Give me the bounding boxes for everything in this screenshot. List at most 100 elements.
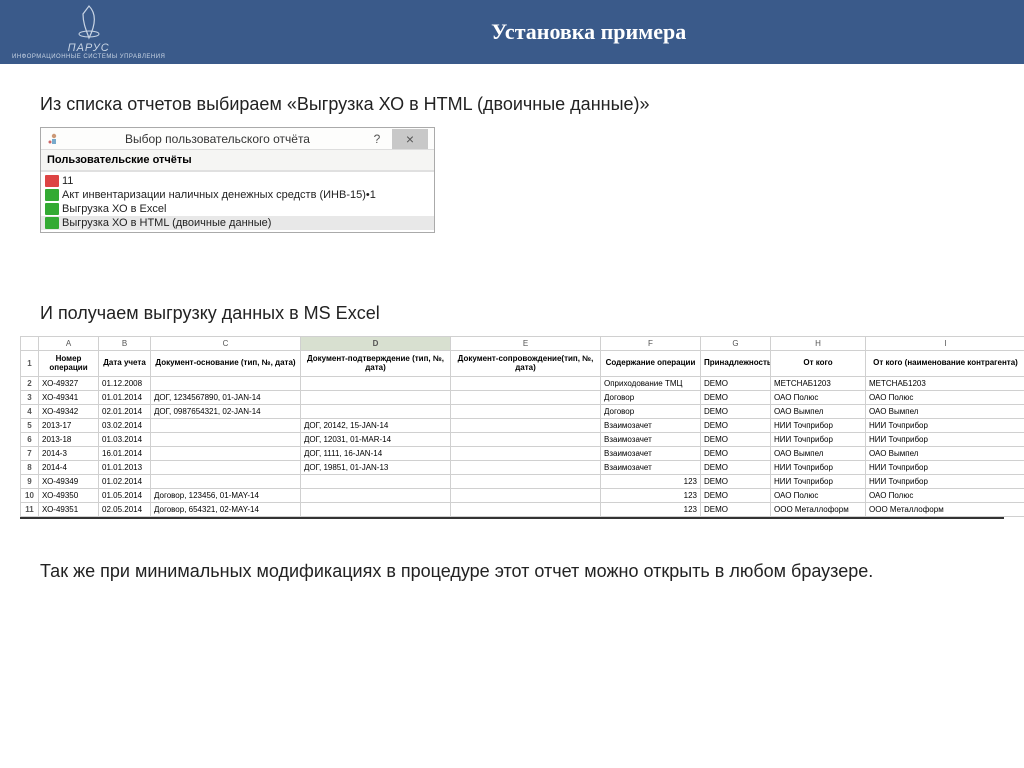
excel-cell[interactable]: ДОГ, 19851, 01-JAN-13 <box>301 461 451 475</box>
excel-col-a[interactable]: A <box>39 337 99 351</box>
excel-cell[interactable]: DEMO <box>701 503 771 517</box>
excel-cell[interactable]: DEMO <box>701 405 771 419</box>
excel-header-cell[interactable]: Дата учета <box>99 351 151 377</box>
excel-cell[interactable] <box>301 377 451 391</box>
excel-cell[interactable]: 16.01.2014 <box>99 447 151 461</box>
excel-cell[interactable]: ХО-49350 <box>39 489 99 503</box>
excel-cell[interactable]: НИИ Точприбор <box>771 461 866 475</box>
excel-header-cell[interactable]: Документ-сопровождение(тип, №, дата) <box>451 351 601 377</box>
excel-col-c[interactable]: C <box>151 337 301 351</box>
excel-cell[interactable] <box>301 503 451 517</box>
excel-col-d[interactable]: D <box>301 337 451 351</box>
excel-cell[interactable] <box>451 489 601 503</box>
excel-cell[interactable]: 02.05.2014 <box>99 503 151 517</box>
report-item[interactable]: Акт инвентаризации наличных денежных сре… <box>41 188 434 202</box>
excel-header-cell[interactable]: Документ-подтверждение (тип, №, дата) <box>301 351 451 377</box>
excel-row-num[interactable]: 2 <box>21 377 39 391</box>
excel-cell[interactable] <box>301 405 451 419</box>
excel-cell[interactable]: НИИ Точприбор <box>866 475 1024 489</box>
excel-header-cell[interactable]: Содержание операции <box>601 351 701 377</box>
excel-cell[interactable] <box>451 475 601 489</box>
report-item[interactable]: 11 <box>41 174 434 188</box>
excel-cell[interactable]: Взаимозачет <box>601 447 701 461</box>
excel-cell[interactable]: 03.02.2014 <box>99 419 151 433</box>
excel-cell[interactable]: ОАО Полюс <box>771 391 866 405</box>
excel-cell[interactable]: DEMO <box>701 447 771 461</box>
excel-cell[interactable] <box>301 391 451 405</box>
dialog-help-button[interactable]: ? <box>366 132 388 146</box>
excel-row-num[interactable]: 7 <box>21 447 39 461</box>
excel-cell[interactable]: 01.01.2013 <box>99 461 151 475</box>
excel-cell[interactable]: 01.12.2008 <box>99 377 151 391</box>
excel-cell[interactable]: 2013-17 <box>39 419 99 433</box>
excel-cell[interactable]: Договор <box>601 391 701 405</box>
excel-cell[interactable]: ОАО Вымпел <box>771 447 866 461</box>
excel-cell[interactable]: 01.05.2014 <box>99 489 151 503</box>
excel-cell[interactable] <box>451 447 601 461</box>
excel-cell[interactable]: 01.03.2014 <box>99 433 151 447</box>
excel-cell[interactable]: 2014-3 <box>39 447 99 461</box>
excel-cell[interactable] <box>451 391 601 405</box>
excel-cell[interactable]: ОАО Полюс <box>866 391 1024 405</box>
excel-cell[interactable]: НИИ Точприбор <box>866 461 1024 475</box>
excel-cell[interactable] <box>301 475 451 489</box>
report-item-selected[interactable]: Выгрузка ХО в HTML (двоичные данные) <box>41 216 434 230</box>
excel-cell[interactable]: Оприходование ТМЦ <box>601 377 701 391</box>
excel-cell[interactable]: НИИ Точприбор <box>866 433 1024 447</box>
excel-cell[interactable]: Договор, 123456, 01-MAY-14 <box>151 489 301 503</box>
excel-row-num[interactable]: 1 <box>21 351 39 377</box>
excel-cell[interactable] <box>451 503 601 517</box>
excel-cell[interactable]: ДОГ, 20142, 15-JAN-14 <box>301 419 451 433</box>
excel-cell[interactable]: ООО Металлоформ <box>771 503 866 517</box>
excel-cell[interactable] <box>151 461 301 475</box>
excel-row-num[interactable]: 11 <box>21 503 39 517</box>
excel-row-num[interactable]: 6 <box>21 433 39 447</box>
excel-cell[interactable] <box>151 377 301 391</box>
excel-row-num[interactable]: 3 <box>21 391 39 405</box>
excel-cell[interactable]: ХО-49327 <box>39 377 99 391</box>
excel-cell[interactable]: Взаимозачет <box>601 461 701 475</box>
excel-cell[interactable]: DEMO <box>701 419 771 433</box>
excel-header-cell[interactable]: Документ-основание (тип, №, дата) <box>151 351 301 377</box>
excel-header-cell[interactable]: От кого <box>771 351 866 377</box>
excel-cell[interactable]: DEMO <box>701 391 771 405</box>
excel-cell[interactable] <box>451 433 601 447</box>
excel-cell[interactable]: ОАО Вымпел <box>771 405 866 419</box>
excel-header-cell[interactable]: Принадлежность <box>701 351 771 377</box>
excel-cell[interactable]: ОАО Полюс <box>866 489 1024 503</box>
excel-cell[interactable] <box>451 419 601 433</box>
excel-cell[interactable]: ХО-49349 <box>39 475 99 489</box>
excel-cell[interactable]: НИИ Точприбор <box>771 433 866 447</box>
excel-col-i[interactable]: I <box>866 337 1024 351</box>
excel-header-cell[interactable]: От кого (наименование контрагента) <box>866 351 1024 377</box>
excel-cell[interactable]: ДОГ, 0987654321, 02-JAN-14 <box>151 405 301 419</box>
excel-cell[interactable] <box>151 475 301 489</box>
excel-col-h[interactable]: H <box>771 337 866 351</box>
excel-cell[interactable]: ОАО Полюс <box>771 489 866 503</box>
report-item[interactable]: Выгрузка ХО в Excel <box>41 202 434 216</box>
excel-cell[interactable]: Взаимозачет <box>601 433 701 447</box>
excel-row-num[interactable]: 9 <box>21 475 39 489</box>
excel-cell[interactable]: ХО-49341 <box>39 391 99 405</box>
excel-row-num[interactable]: 8 <box>21 461 39 475</box>
excel-cell[interactable]: НИИ Точприбор <box>771 419 866 433</box>
excel-cell[interactable] <box>451 377 601 391</box>
excel-col-b[interactable]: B <box>99 337 151 351</box>
excel-cell[interactable]: ДОГ, 1111, 16-JAN-14 <box>301 447 451 461</box>
excel-cell[interactable]: 02.01.2014 <box>99 405 151 419</box>
excel-cell[interactable]: 01.01.2014 <box>99 391 151 405</box>
excel-cell[interactable]: ХО-49351 <box>39 503 99 517</box>
excel-cell[interactable]: DEMO <box>701 433 771 447</box>
excel-row-num[interactable]: 10 <box>21 489 39 503</box>
excel-cell[interactable]: ОАО Вымпел <box>866 447 1024 461</box>
excel-cell[interactable] <box>151 433 301 447</box>
excel-corner[interactable] <box>21 337 39 351</box>
excel-cell[interactable] <box>151 447 301 461</box>
excel-row-num[interactable]: 4 <box>21 405 39 419</box>
excel-cell[interactable]: Взаимозачет <box>601 419 701 433</box>
excel-cell[interactable]: DEMO <box>701 475 771 489</box>
excel-cell[interactable] <box>451 461 601 475</box>
excel-cell[interactable] <box>451 405 601 419</box>
excel-cell[interactable]: 123 <box>601 503 701 517</box>
excel-cell[interactable]: ООО Металлоформ <box>866 503 1024 517</box>
